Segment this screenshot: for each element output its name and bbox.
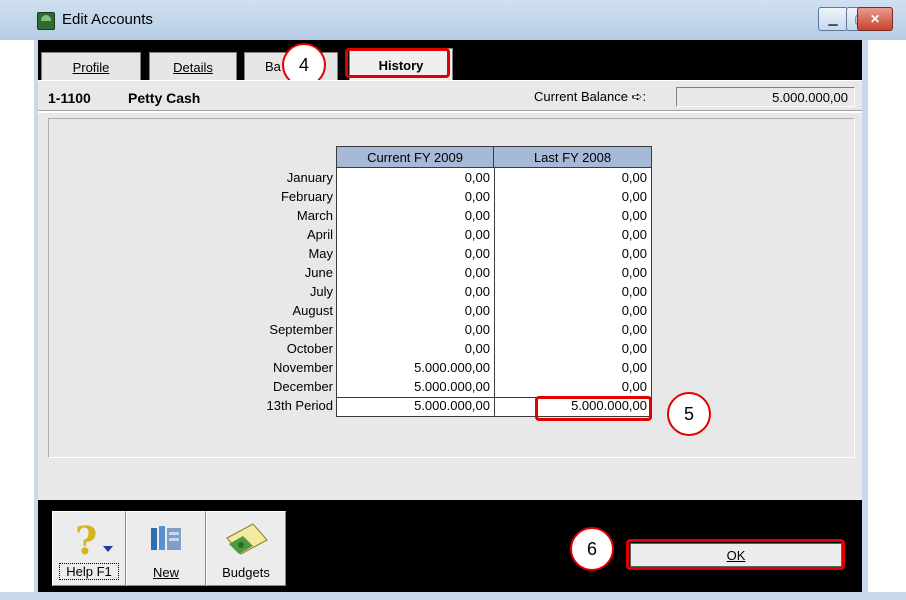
account-number: 1-1100 [48,90,91,106]
chevron-down-icon [103,546,113,552]
new-button-label: New [152,565,179,580]
cell-last-fy-1[interactable]: 0,00 [495,189,647,204]
row-label-11: December [273,379,333,394]
help-button-label: Help F1 [59,563,119,580]
row-label-8: September [269,322,333,337]
cell-last-fy-5[interactable]: 0,00 [495,265,647,280]
cell-last-fy-6[interactable]: 0,00 [495,284,647,299]
row-label-4: May [308,246,333,261]
row-label-9: October [286,341,333,356]
window-title: Edit Accounts [62,11,153,28]
row-label-5: June [304,265,333,280]
cell-current-fy-1[interactable]: 0,00 [338,189,490,204]
cell-current-fy-11[interactable]: 5.000.000,00 [338,379,490,394]
cell-last-fy-10[interactable]: 0,00 [495,360,647,375]
tab-banking-label: Ba [265,59,281,74]
minimize-button[interactable]: ▁ [818,7,848,31]
cell-last-fy-4[interactable]: 0,00 [495,246,647,261]
cell-current-fy-6[interactable]: 0,00 [338,284,490,299]
row-label-7: August [292,303,333,318]
cell-current-fy-0[interactable]: 0,00 [338,170,490,185]
row-label-12: 13th Period [266,398,334,413]
column-header-last-fy: Last FY 2008 [494,146,652,168]
cell-current-fy-8[interactable]: 0,00 [338,322,490,337]
tab-details-label: Details [173,59,213,75]
cell-current-fy-3[interactable]: 0,00 [338,227,490,242]
header-separator [38,110,862,113]
budgets-button[interactable]: Budgets [206,511,286,586]
new-record-icon [151,526,181,550]
cell-current-fy-12[interactable]: 5.000.000,00 [338,398,490,413]
current-balance-label: Current Balance ➪: [534,89,647,104]
window-frame-bottom [0,592,906,600]
cell-last-fy-7[interactable]: 0,00 [495,303,647,318]
close-button[interactable]: ✕ [857,7,893,31]
row-label-2: March [296,208,333,223]
row-label-3: April [306,227,333,242]
cell-last-fy-11[interactable]: 0,00 [495,379,647,394]
new-button[interactable]: New [126,511,206,586]
history-table-header: Current FY 2009 Last FY 2008 [336,146,652,168]
step-badge-6: 6 [570,527,614,571]
cell-current-fy-9[interactable]: 0,00 [338,341,490,356]
budgets-button-label: Budgets [222,565,270,580]
window-frame-right [862,40,906,600]
tab-details[interactable]: Details [149,52,237,81]
cell-current-fy-2[interactable]: 0,00 [338,208,490,223]
window-frame-left [0,40,38,600]
cell-current-fy-4[interactable]: 0,00 [338,246,490,261]
cell-last-fy-8[interactable]: 0,00 [495,322,647,337]
cell-last-fy-3[interactable]: 0,00 [495,227,647,242]
cell-last-fy-0[interactable]: 0,00 [495,170,647,185]
tab-profile[interactable]: Profile [41,52,141,81]
column-header-current-fy: Current FY 2009 [336,146,494,168]
row-label-10: November [273,360,333,375]
cell-last-fy-2[interactable]: 0,00 [495,208,647,223]
close-icon: ✕ [869,12,881,26]
help-icon: ? [75,518,98,563]
row-label-1: February [280,189,333,204]
cell-current-fy-10[interactable]: 5.000.000,00 [338,360,490,375]
tab-profile-label: Profile [72,59,110,75]
budget-icon [226,523,268,555]
cell-last-fy-9[interactable]: 0,00 [495,341,647,356]
last-fy-13th-period-highlight [535,396,652,421]
history-tab-highlight [345,48,450,78]
step-badge-5: 5 [667,392,711,436]
current-balance-field: 5.000.000,00 [676,87,855,107]
minimize-icon: ▁ [828,12,838,26]
row-label-6: July [309,284,333,299]
row-label-0: January [286,170,333,185]
app-icon [37,12,55,30]
help-button[interactable]: ? Help F1 [52,511,126,586]
cell-current-fy-7[interactable]: 0,00 [338,303,490,318]
account-name: Petty Cash [128,90,201,106]
ok-button-highlight [626,539,845,570]
cell-current-fy-5[interactable]: 0,00 [338,265,490,280]
